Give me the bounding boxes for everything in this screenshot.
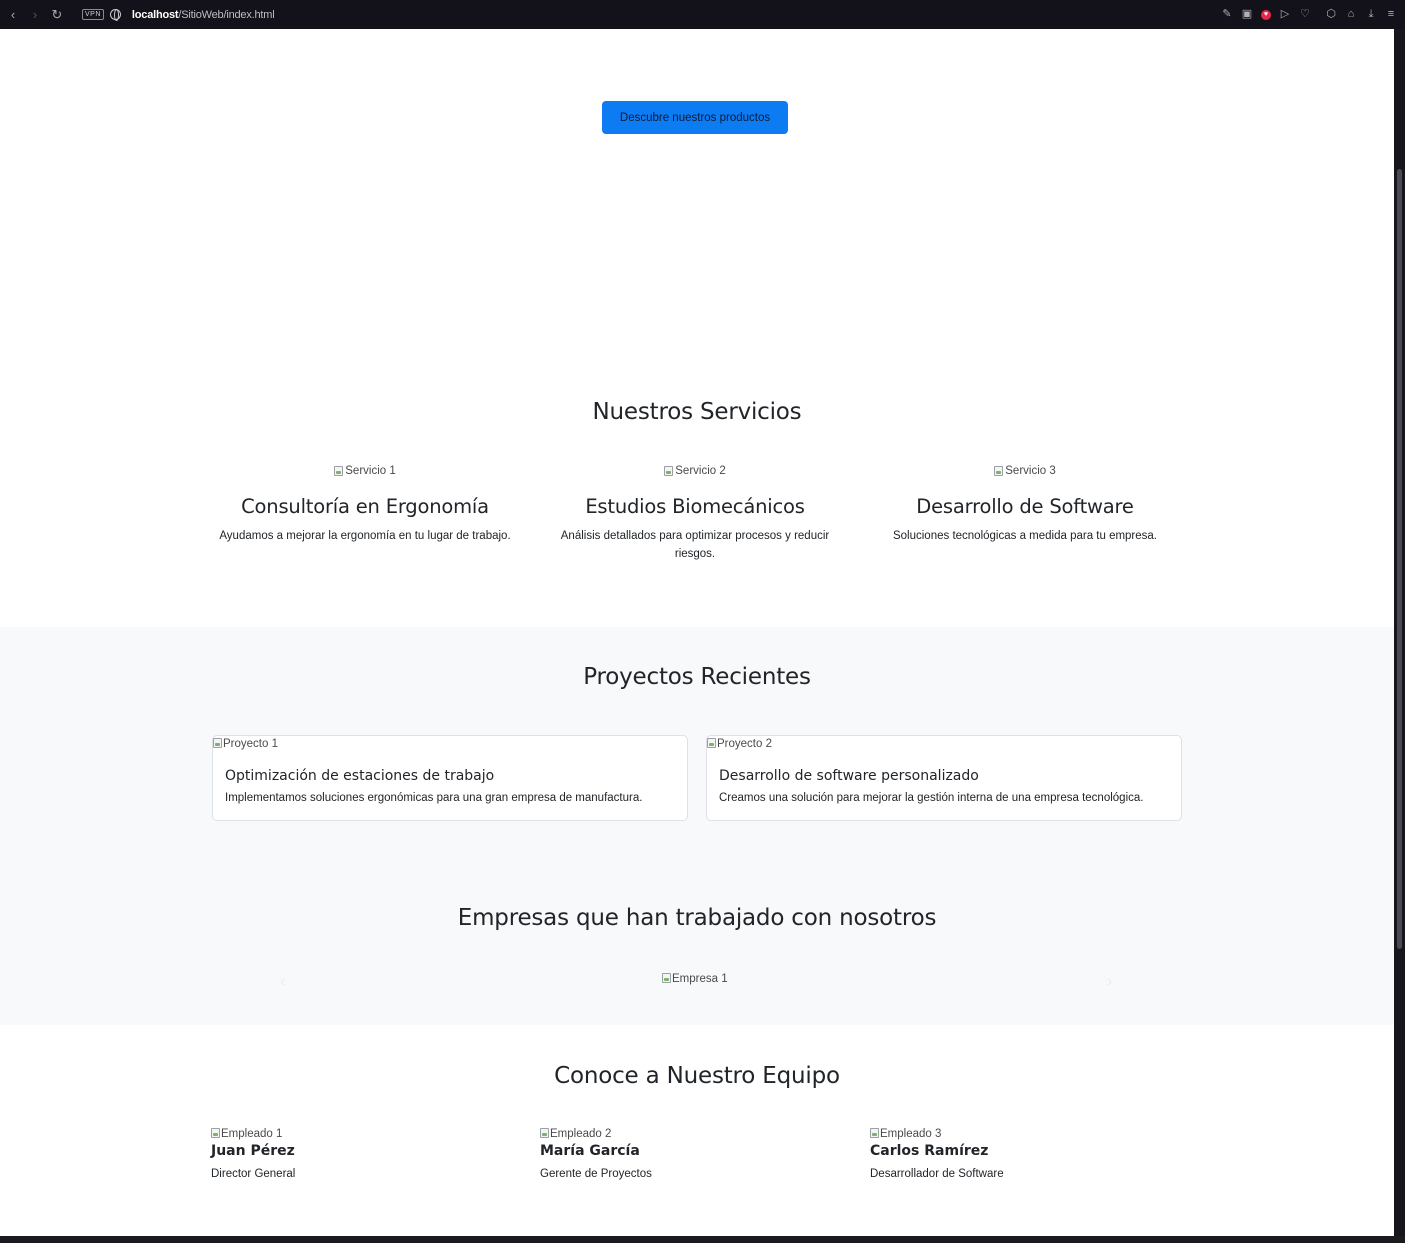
download-icon[interactable]: ⤓ [1365, 9, 1377, 21]
scrollbar-thumb[interactable] [1397, 169, 1402, 949]
team-member: Empleado 1 Juan Pérez Director General [211, 1128, 511, 1180]
employee-name: Juan Pérez [211, 1143, 295, 1159]
broken-image-icon [870, 1128, 879, 1138]
service-title: Consultoría en Ergonomía [241, 495, 489, 518]
project-description: Creamos una solución para mejorar la ges… [719, 792, 1144, 804]
project-card[interactable]: Proyecto 1 Optimización de estaciones de… [212, 735, 688, 821]
service-image: Servicio 3 [994, 465, 1056, 477]
broken-image-icon [213, 738, 222, 748]
projects-title: Proyectos Recientes [583, 664, 811, 690]
service-image: Servicio 2 [664, 465, 726, 477]
carousel-next-button[interactable]: › [1107, 973, 1112, 991]
back-icon[interactable]: ‹ [2, 4, 24, 26]
project-card[interactable]: Proyecto 2 Desarrollo de software person… [706, 735, 1182, 821]
service-description: Soluciones tecnológicas a medida para tu… [892, 530, 1158, 542]
profile-icon[interactable]: ⌂ [1345, 9, 1357, 21]
menu-icon[interactable]: ≡ [1385, 9, 1397, 21]
camera-icon[interactable]: ▣ [1241, 9, 1253, 21]
page-viewport: Descubre nuestros productos Nuestros Ser… [0, 29, 1394, 1236]
service-title: Estudios Biomecánicos [585, 495, 805, 518]
project-title: Optimización de estaciones de trabajo [225, 768, 495, 784]
broken-image-icon [662, 973, 671, 983]
service-card: Servicio 1 Consultoría en Ergonomía Ayud… [195, 463, 535, 545]
project-image: Proyecto 1 [213, 738, 278, 750]
service-card: Servicio 2 Estudios Biomecánicos Análisi… [525, 463, 865, 563]
client-logo-image: Empresa 1 [662, 973, 728, 985]
service-title: Desarrollo de Software [916, 495, 1134, 518]
reload-icon[interactable]: ↻ [46, 4, 68, 26]
employee-name: María García [540, 1143, 640, 1159]
project-image: Proyecto 2 [707, 738, 772, 750]
url-path: /SitioWeb/index.html [178, 8, 275, 21]
browser-actions: ✎ ▣ ♥ ▷ ♡ ⬡ ⌂ ⤓ ≡ [1221, 0, 1397, 29]
window-bottom-edge [0, 1236, 1405, 1243]
services-title: Nuestros Servicios [592, 399, 802, 425]
employee-role: Desarrollador de Software [870, 1168, 1004, 1180]
carousel-prev-button[interactable]: ‹ [280, 973, 285, 991]
team-member: Empleado 2 María García Gerente de Proye… [540, 1128, 840, 1180]
browser-toolbar: ‹ › ↻ VPN localhost/SitioWeb/index.html … [0, 0, 1405, 29]
site-info-icon[interactable] [109, 9, 121, 21]
service-card: Servicio 3 Desarrollo de Software Soluci… [855, 463, 1195, 545]
employee-photo: Empleado 1 [211, 1128, 511, 1140]
employee-role: Gerente de Proyectos [540, 1168, 652, 1180]
edit-icon[interactable]: ✎ [1221, 9, 1233, 21]
shield-icon[interactable]: ♥ [1261, 9, 1271, 20]
project-description: Implementamos soluciones ergonómicas par… [225, 792, 643, 804]
broken-image-icon [664, 466, 674, 476]
employee-role: Director General [211, 1168, 296, 1180]
service-image: Servicio 1 [334, 465, 396, 477]
url-host: localhost [131, 8, 179, 21]
address-bar[interactable]: localhost/SitioWeb/index.html [132, 9, 275, 21]
broken-image-icon [994, 466, 1004, 476]
cube-icon[interactable]: ⬡ [1325, 9, 1337, 21]
broken-image-icon [211, 1128, 220, 1138]
clients-title: Empresas que han trabajado con nosotros [457, 905, 937, 931]
employee-photo: Empleado 2 [540, 1128, 840, 1140]
employee-name: Carlos Ramírez [870, 1143, 989, 1159]
discover-products-button[interactable]: Descubre nuestros productos [602, 101, 788, 134]
broken-image-icon [707, 738, 716, 748]
forward-icon[interactable]: › [24, 4, 46, 26]
broken-image-icon [540, 1128, 549, 1138]
page-scrollbar[interactable] [1394, 29, 1405, 1236]
vpn-badge[interactable]: VPN [82, 9, 104, 20]
heart-icon[interactable]: ♡ [1299, 9, 1311, 21]
service-description: Análisis detallados para optimizar proce… [560, 530, 830, 560]
send-icon[interactable]: ▷ [1279, 9, 1291, 21]
team-member: Empleado 3 Carlos Ramírez Desarrollador … [870, 1128, 1170, 1180]
broken-image-icon [334, 466, 344, 476]
project-title: Desarrollo de software personalizado [719, 768, 979, 784]
employee-photo: Empleado 3 [870, 1128, 1170, 1140]
service-description: Ayudamos a mejorar la ergonomía en tu lu… [219, 530, 511, 542]
team-title: Conoce a Nuestro Equipo [554, 1063, 840, 1089]
